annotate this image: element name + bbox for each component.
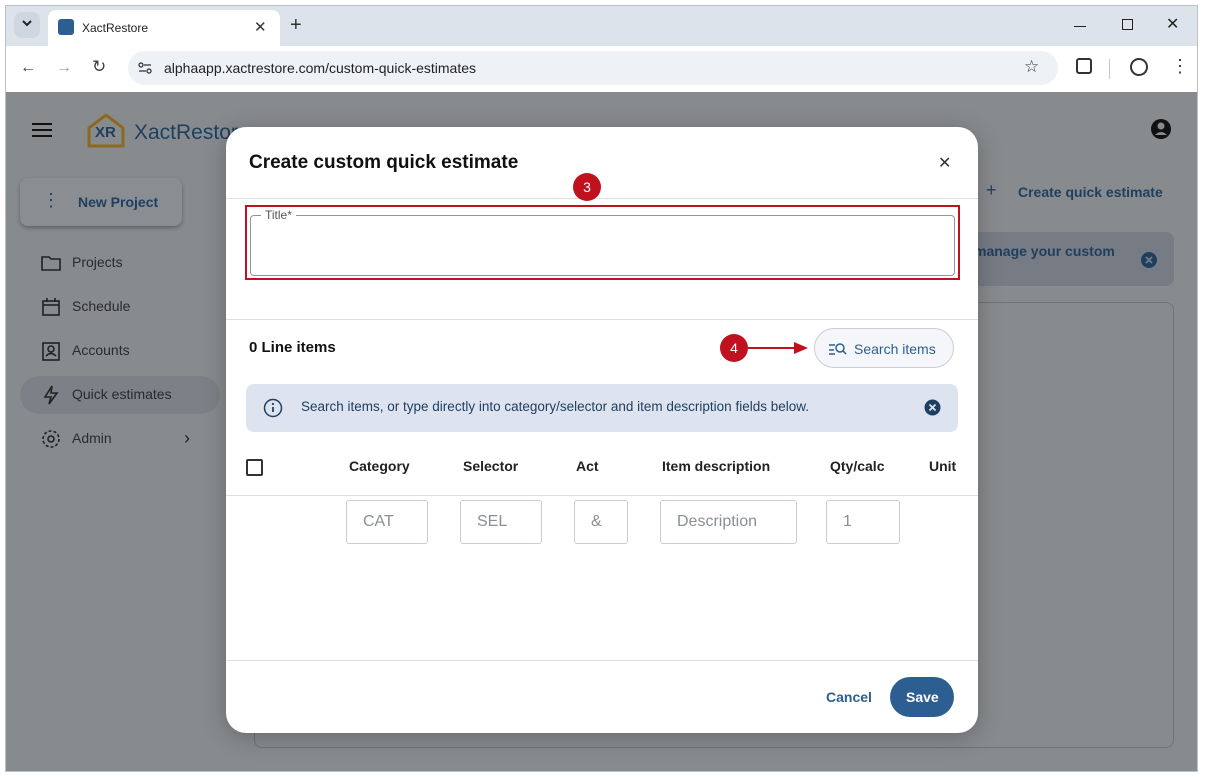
close-circle-icon[interactable] bbox=[924, 399, 941, 416]
info-alert: Search items, or type directly into cate… bbox=[246, 384, 958, 432]
qty-input[interactable]: 1 bbox=[826, 500, 900, 544]
column-header-qty-calc: Qty/calc bbox=[830, 458, 885, 474]
contact-card-icon bbox=[42, 342, 60, 361]
account-icon[interactable] bbox=[1150, 118, 1172, 140]
column-header-selector: Selector bbox=[463, 458, 519, 474]
new-tab-button[interactable]: + bbox=[290, 14, 302, 37]
step-3-badge: 3 bbox=[573, 173, 601, 201]
more-vert-icon: ⋮ bbox=[42, 190, 60, 210]
sidebar-item-schedule[interactable]: Schedule bbox=[20, 288, 220, 326]
plus-icon: + bbox=[986, 180, 997, 200]
cancel-button[interactable]: Cancel bbox=[826, 689, 872, 705]
search-items-button[interactable]: Search items bbox=[814, 328, 954, 368]
back-icon[interactable]: ← bbox=[20, 60, 36, 76]
url-text: alphaapp.xactrestore.com/custom-quick-es… bbox=[164, 60, 477, 76]
close-dialog-icon[interactable]: ✕ bbox=[938, 153, 951, 173]
step-4-badge: 4 bbox=[720, 334, 748, 362]
info-banner-text: manage your custom bbox=[974, 243, 1115, 259]
browser-tab[interactable]: XactRestore ✕ bbox=[48, 10, 280, 46]
calendar-icon bbox=[42, 298, 60, 316]
chevron-down-icon bbox=[22, 20, 32, 27]
close-circle-icon[interactable] bbox=[1140, 251, 1158, 269]
divider bbox=[226, 198, 978, 199]
close-window-icon[interactable]: ✕ bbox=[1166, 14, 1179, 34]
dialog-title: Create custom quick estimate bbox=[249, 152, 519, 173]
favicon bbox=[58, 19, 74, 35]
table-header-divider bbox=[226, 495, 978, 496]
title-field[interactable]: Title* bbox=[250, 208, 955, 276]
select-all-checkbox[interactable] bbox=[246, 459, 263, 476]
tab-search-button[interactable] bbox=[14, 12, 40, 38]
chevron-right-icon: › bbox=[184, 428, 190, 448]
footer-divider bbox=[226, 660, 978, 661]
minimize-icon[interactable] bbox=[1074, 26, 1086, 27]
act-input[interactable]: & bbox=[574, 500, 628, 544]
new-project-button[interactable]: ⋮ New Project bbox=[20, 178, 182, 226]
info-banner-background: manage your custom bbox=[966, 232, 1174, 286]
column-header-category: Category bbox=[349, 458, 410, 474]
browser-toolbar: ← → ↻ alphaapp.xactrestore.com/custom-qu… bbox=[6, 46, 1197, 92]
column-header-item-description: Item description bbox=[662, 458, 771, 474]
site-info-icon bbox=[138, 62, 152, 74]
toolbar-divider bbox=[1109, 59, 1110, 79]
sidebar-item-projects[interactable]: Projects bbox=[20, 244, 220, 282]
save-label: Save bbox=[906, 689, 939, 705]
search-list-icon bbox=[829, 343, 847, 355]
annotation-arrow-icon bbox=[748, 342, 808, 354]
profile-icon[interactable] bbox=[1130, 58, 1148, 76]
tab-bar: XactRestore ✕ + ✕ bbox=[6, 6, 1197, 46]
address-bar[interactable]: alphaapp.xactrestore.com/custom-quick-es… bbox=[128, 51, 1058, 85]
line-items-count: 0 Line items bbox=[249, 339, 336, 356]
maximize-icon[interactable] bbox=[1122, 19, 1133, 30]
lightning-icon bbox=[43, 385, 59, 405]
create-quick-estimate-label: Create quick estimate bbox=[1018, 184, 1163, 200]
column-header-unit: Unit bbox=[929, 458, 957, 474]
reload-icon[interactable]: ↻ bbox=[92, 58, 106, 75]
selector-input[interactable]: SEL bbox=[460, 500, 542, 544]
sidebar-item-label: Quick estimates bbox=[72, 386, 172, 402]
item-description-input[interactable]: Description bbox=[660, 500, 797, 544]
search-items-label: Search items bbox=[854, 341, 936, 357]
hamburger-menu-icon[interactable] bbox=[32, 122, 52, 138]
folder-icon bbox=[41, 256, 61, 271]
bookmark-star-icon[interactable]: ☆ bbox=[1024, 57, 1039, 77]
info-alert-text: Search items, or type directly into cate… bbox=[301, 399, 809, 414]
sidebar-item-admin[interactable]: Admin › bbox=[20, 420, 220, 458]
tab-title: XactRestore bbox=[82, 21, 149, 35]
category-input[interactable]: CAT bbox=[346, 500, 428, 544]
new-project-label: New Project bbox=[78, 194, 159, 210]
extensions-icon[interactable] bbox=[1076, 58, 1092, 74]
sidebar-item-label: Schedule bbox=[72, 298, 131, 314]
logo-mark: XR bbox=[95, 124, 116, 141]
close-tab-icon[interactable]: ✕ bbox=[254, 18, 267, 36]
sidebar-item-quick-estimates[interactable]: Quick estimates bbox=[20, 376, 220, 414]
create-quick-estimate-button[interactable]: + Create quick estimate bbox=[986, 180, 1186, 204]
create-estimate-dialog: Create custom quick estimate ✕ Title* 0 … bbox=[226, 127, 978, 733]
more-menu-icon[interactable]: ⋮ bbox=[1171, 56, 1189, 77]
sidebar-item-label: Admin bbox=[72, 430, 112, 446]
gear-icon bbox=[42, 430, 60, 448]
sidebar-item-label: Accounts bbox=[72, 342, 130, 358]
info-icon bbox=[263, 398, 283, 418]
divider bbox=[226, 319, 978, 320]
title-field-label: Title* bbox=[261, 208, 296, 222]
sidebar-item-accounts[interactable]: Accounts bbox=[20, 332, 220, 370]
sidebar-item-label: Projects bbox=[72, 254, 123, 270]
forward-icon[interactable]: → bbox=[56, 60, 72, 76]
save-button[interactable]: Save bbox=[890, 677, 954, 717]
column-header-act: Act bbox=[576, 458, 599, 474]
